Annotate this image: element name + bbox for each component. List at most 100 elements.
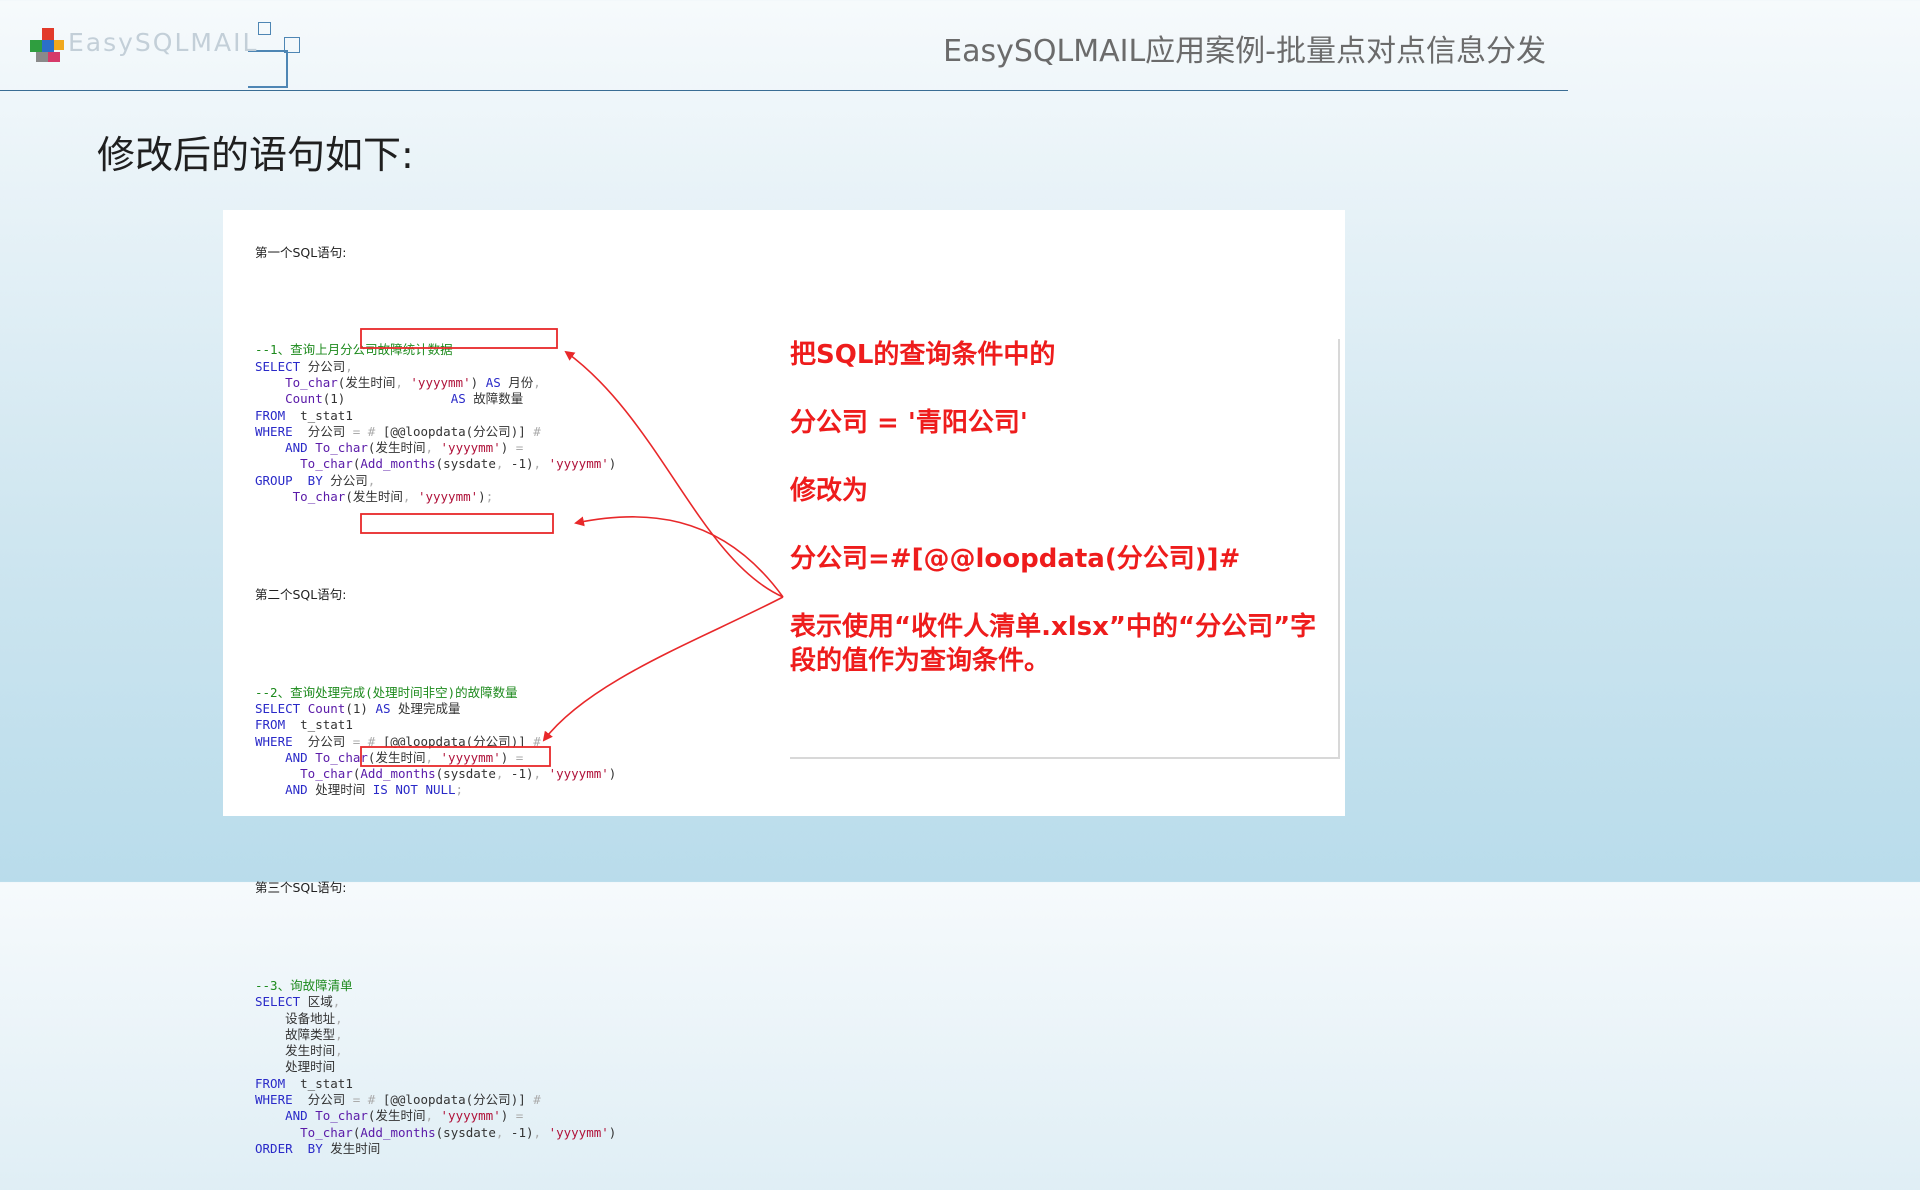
code-token: FROM	[255, 717, 286, 733]
code-token: ,	[367, 472, 376, 488]
header-title: EasySQLMAIL应用案例-批量点对点信息分发	[943, 34, 1546, 69]
sql3-line: AND To_char(发生时间, 'yyyymm') =	[255, 1108, 616, 1124]
code-token: =	[345, 423, 368, 439]
code-token: 分公司	[307, 358, 346, 374]
code-token: --1、查询上月分公司故障统计数据	[255, 342, 453, 358]
code-token: )]	[510, 1092, 534, 1108]
header-bar: EasySQLMAIL EasySQLMAIL应用案例-批量点对点信息分发	[0, 0, 1568, 91]
code-token: 'yyyymm'	[440, 1108, 501, 1124]
sql1-line: To_char(发生时间, 'yyyymm') AS 月份,	[255, 375, 616, 391]
cube-logo-icon	[30, 28, 64, 62]
sql-code-block: 第一个SQL语句: --1、查询上月分公司故障统计数据 SELECT 分公司, T…	[255, 210, 616, 1190]
code-token: 发生时间	[330, 1140, 381, 1156]
page-title: 修改后的语句如下:	[97, 133, 414, 177]
code-token: ,	[332, 994, 341, 1010]
code-token: #	[533, 733, 541, 749]
sql2-line: AND 处理时间 IS NOT NULL;	[255, 782, 616, 798]
code-token: )	[478, 489, 486, 505]
sql3-line: 设备地址,	[255, 1011, 616, 1027]
sql2-line: WHERE 分公司 = # [@@loopdata(分公司)] #	[255, 734, 616, 750]
code-token: Add_months	[360, 766, 436, 782]
code-token: ,	[495, 766, 511, 782]
code-token: )]	[510, 423, 534, 439]
code-token: #	[533, 1092, 541, 1108]
code-token: ,	[533, 1124, 549, 1140]
code-token: )	[608, 766, 617, 782]
code-token: ,	[533, 766, 549, 782]
code-token: =	[508, 440, 524, 456]
code-token: ,	[495, 1124, 511, 1140]
note-line-4: 分公司=#[@@loopdata(分公司)]#	[790, 544, 1241, 574]
code-token: 设备地址	[285, 1010, 336, 1026]
sql3-line: ORDER BY 发生时间	[255, 1141, 616, 1157]
sql3-line: FROM t_stat1	[255, 1076, 616, 1092]
code-token: ,	[335, 1043, 343, 1059]
code-token: To_char	[315, 440, 368, 456]
sql1-line: AND To_char(发生时间, 'yyyymm') =	[255, 440, 616, 456]
code-token: ,	[495, 456, 511, 472]
note-line-1: 把SQL的查询条件中的	[790, 340, 1056, 370]
code-token: ,	[533, 374, 541, 390]
code-token: t_stat1	[285, 717, 353, 733]
note-line-3: 修改为	[790, 476, 869, 506]
code-token: 月份	[508, 374, 534, 390]
code-token: AND	[285, 440, 316, 456]
code-token: AND	[285, 782, 316, 798]
code-token: 故障数量	[473, 391, 524, 407]
code-token: -1)	[510, 766, 534, 782]
code-token: WHERE	[255, 1092, 293, 1108]
code-token: Add_months	[360, 456, 436, 472]
code-token: =	[345, 1092, 368, 1108]
code-token: ,	[335, 1026, 343, 1042]
code-token: FROM	[255, 407, 286, 423]
code-token: 区域	[307, 994, 333, 1010]
sql2-line: To_char(Add_months(sysdate, -1), 'yyyymm…	[255, 766, 616, 782]
sql1-line: Count(1) AS 故障数量	[255, 391, 616, 407]
code-token: 故障类型	[285, 1026, 336, 1042]
code-token: #	[367, 733, 383, 749]
code-token: ,	[395, 374, 411, 390]
sql3-header: 第三个SQL语句:	[255, 880, 347, 896]
code-token: ,	[335, 1010, 343, 1026]
code-token: --3、询故障清单	[255, 977, 353, 993]
code-token: 'yyyymm'	[548, 766, 609, 782]
code-token: 处理完成量	[398, 700, 461, 716]
sql2-line: SELECT Count(1) AS 处理完成量	[255, 701, 616, 717]
sql3-line: 处理时间	[255, 1059, 616, 1075]
code-token: To_char	[300, 456, 353, 472]
code-token: =	[508, 749, 524, 765]
code-token: ,	[425, 749, 441, 765]
sql2-code: --2、查询处理完成(处理时间非空)的故障数量 SELECT Count(1) A…	[255, 685, 616, 799]
code-token: WHERE	[255, 423, 293, 439]
logo-text: EasySQLMAIL	[68, 28, 259, 57]
code-token: FROM	[255, 1075, 286, 1091]
code-token: ,	[533, 456, 549, 472]
code-token: 处理时间	[315, 782, 366, 798]
sql1-line: --1、查询上月分公司故障统计数据	[255, 342, 616, 358]
code-token: (	[345, 489, 353, 505]
code-token: ORDER BY	[255, 1140, 331, 1156]
code-token: To_char	[300, 766, 353, 782]
code-token: )	[470, 374, 486, 390]
code-token: (1)	[322, 391, 451, 407]
code-token: ,	[345, 358, 353, 374]
code-token: 'yyyymm'	[410, 374, 471, 390]
code-token: -1)	[510, 1124, 534, 1140]
code-token: To_char	[315, 749, 368, 765]
code-token: To_char	[285, 374, 338, 390]
sql1-line: To_char(发生时间, 'yyyymm');	[255, 489, 616, 505]
code-token: (	[367, 1108, 376, 1124]
